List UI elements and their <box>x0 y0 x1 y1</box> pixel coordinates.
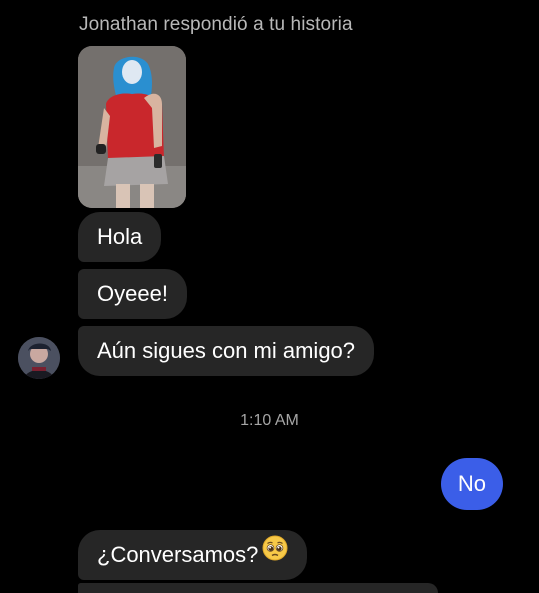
message-bubble-outgoing[interactable]: No <box>440 458 503 510</box>
message-bubble-incoming[interactable]: ¿Conversamos? <box>78 529 308 580</box>
avatar-image <box>18 337 60 379</box>
message-bubble-incoming-partial[interactable] <box>78 583 438 593</box>
message-bubble-incoming[interactable]: Aún sigues con mi amigo? <box>78 326 375 376</box>
message-text: ¿Conversamos? <box>97 542 259 567</box>
message-text: Oyeee! <box>97 281 168 306</box>
message-timestamp: 1:10 AM <box>240 412 299 429</box>
story-thumbnail[interactable] <box>78 46 186 208</box>
pleading-face-emoji-icon <box>262 529 288 579</box>
message-text: Aún sigues con mi amigo? <box>97 338 356 363</box>
message-text: No <box>457 471 486 496</box>
message-text: Hola <box>97 224 143 249</box>
story-reply-header: Jonathan respondió a tu historia <box>79 14 353 35</box>
story-thumbnail-image <box>78 46 186 208</box>
message-bubble-incoming[interactable]: Hola <box>78 212 162 262</box>
sender-avatar[interactable] <box>18 337 60 379</box>
message-bubble-incoming[interactable]: Oyeee! <box>78 269 187 319</box>
